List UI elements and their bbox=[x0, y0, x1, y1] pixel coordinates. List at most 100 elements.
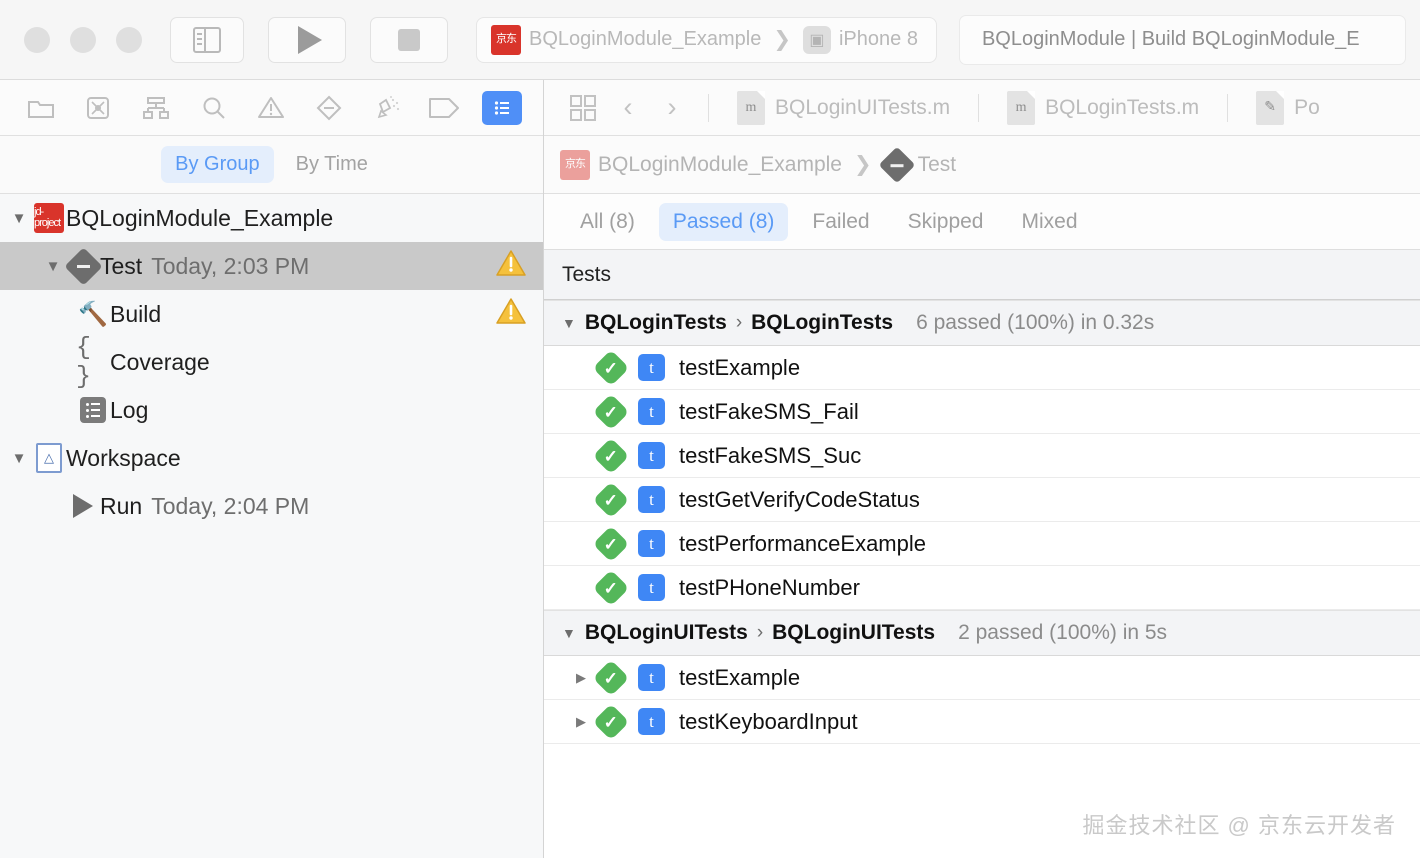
test-passed-icon: ✓ bbox=[593, 569, 630, 606]
symbol-navigator-tab[interactable] bbox=[136, 91, 176, 125]
find-navigator-tab[interactable] bbox=[194, 91, 234, 125]
tree-item-log[interactable]: Log bbox=[0, 386, 543, 434]
editor-tab-label: BQLoginTests.m bbox=[1045, 96, 1199, 120]
disclosure-triangle-icon[interactable]: ▼ bbox=[6, 210, 32, 227]
tree-item-coverage[interactable]: { } Coverage bbox=[0, 338, 543, 386]
test-passed-icon: ✓ bbox=[593, 703, 630, 740]
test-passed-icon: ✓ bbox=[593, 393, 630, 430]
warning-badge-icon[interactable] bbox=[495, 297, 527, 331]
minimize-button[interactable] bbox=[70, 27, 96, 53]
filter-by-group[interactable]: By Group bbox=[161, 146, 273, 183]
jump-bar-project[interactable]: BQLoginModule_Example bbox=[598, 153, 842, 177]
test-row[interactable]: ✓ t testFakeSMS_Fail bbox=[544, 390, 1420, 434]
sidebar-icon bbox=[193, 27, 221, 53]
filter-by-time[interactable]: By Time bbox=[282, 146, 382, 183]
test-row[interactable]: ✓ t testGetVerifyCodeStatus bbox=[544, 478, 1420, 522]
chevron-separator-icon: › bbox=[757, 622, 763, 644]
test-method-badge-icon: t bbox=[638, 708, 665, 735]
forward-button[interactable]: › bbox=[650, 92, 694, 123]
test-row[interactable]: ▶ ✓ t testKeyboardInput bbox=[544, 700, 1420, 744]
disclosure-triangle-icon[interactable]: ▼ bbox=[562, 315, 576, 331]
tree-item-run[interactable]: Run Today, 2:04 PM bbox=[0, 482, 543, 530]
test-diamond-icon bbox=[316, 95, 342, 121]
close-button[interactable] bbox=[24, 27, 50, 53]
disclosure-triangle-icon[interactable]: ▶ bbox=[564, 670, 598, 686]
zoom-button[interactable] bbox=[116, 27, 142, 53]
tree-item-label: Run bbox=[100, 493, 142, 520]
editor-pane: ‹ › m BQLoginUITests.m m BQLoginTests.m … bbox=[544, 80, 1420, 858]
chevron-right-icon: ❯ bbox=[854, 152, 872, 177]
main-split: By Group By Time ▼ jd-project BQLoginMod… bbox=[0, 80, 1420, 858]
editor-tab-bqloginuitests[interactable]: m BQLoginUITests.m bbox=[723, 91, 964, 125]
filter-all[interactable]: All (8) bbox=[566, 203, 649, 241]
chevron-right-icon: ❯ bbox=[773, 27, 791, 52]
editor-tab-label: BQLoginUITests.m bbox=[775, 96, 950, 120]
tree-item-timestamp: Today, 2:04 PM bbox=[151, 493, 309, 520]
test-bundle-name: BQLoginTests bbox=[585, 311, 727, 335]
disclosure-triangle-icon[interactable]: ▼ bbox=[562, 625, 576, 641]
tree-item-test[interactable]: ▼ Test Today, 2:03 PM bbox=[0, 242, 543, 290]
disclosure-triangle-icon[interactable]: ▼ bbox=[6, 450, 32, 467]
objc-file-icon: m bbox=[1007, 91, 1035, 125]
test-suite-name: BQLoginUITests bbox=[772, 621, 935, 645]
test-name: testKeyboardInput bbox=[679, 709, 858, 735]
play-icon bbox=[298, 26, 322, 54]
test-method-badge-icon: t bbox=[638, 664, 665, 691]
window-toolbar: 京东 BQLoginModule_Example ❯ ▣ iPhone 8 BQ… bbox=[0, 0, 1420, 80]
back-button[interactable]: ‹ bbox=[606, 92, 650, 123]
editor-tab-bqlogintests[interactable]: m BQLoginTests.m bbox=[993, 91, 1213, 125]
tree-item-timestamp: Today, 2:03 PM bbox=[151, 253, 309, 280]
editor-options-button[interactable] bbox=[560, 95, 606, 121]
test-group-header[interactable]: ▼ BQLoginUITests › BQLoginUITests 2 pass… bbox=[544, 610, 1420, 656]
test-row[interactable]: ✓ t testPerformanceExample bbox=[544, 522, 1420, 566]
debug-navigator-tab[interactable] bbox=[367, 91, 407, 125]
test-row[interactable]: ✓ t testExample bbox=[544, 346, 1420, 390]
scheme-destination-selector[interactable]: 京东 BQLoginModule_Example ❯ ▣ iPhone 8 bbox=[476, 17, 937, 63]
filter-failed[interactable]: Failed bbox=[798, 203, 883, 241]
divider bbox=[1227, 94, 1228, 122]
source-control-navigator-tab[interactable] bbox=[78, 91, 118, 125]
breakpoint-navigator-tab[interactable] bbox=[424, 91, 464, 125]
tree-item-label: BQLoginModule_Example bbox=[66, 205, 333, 232]
activity-status-bar: BQLoginModule | Build BQLoginModule_E bbox=[959, 15, 1406, 65]
destination-name: iPhone 8 bbox=[839, 28, 918, 51]
test-row[interactable]: ✓ t testFakeSMS_Suc bbox=[544, 434, 1420, 478]
test-name: testPHoneNumber bbox=[679, 575, 860, 601]
run-button[interactable] bbox=[268, 17, 346, 63]
stop-button[interactable] bbox=[370, 17, 448, 63]
test-group-header[interactable]: ▼ BQLoginTests › BQLoginTests 6 passed (… bbox=[544, 300, 1420, 346]
test-name: testGetVerifyCodeStatus bbox=[679, 487, 920, 513]
toggle-navigator-button[interactable] bbox=[170, 17, 244, 63]
braces-coverage-icon: { } bbox=[76, 333, 110, 391]
test-passed-icon: ✓ bbox=[593, 525, 630, 562]
editor-tab-po[interactable]: ✎ Po bbox=[1242, 91, 1334, 125]
test-group-stats: 6 passed (100%) in 0.32s bbox=[916, 311, 1154, 335]
stop-icon bbox=[398, 29, 420, 51]
disclosure-triangle-icon[interactable]: ▶ bbox=[564, 714, 598, 730]
test-name: testFakeSMS_Suc bbox=[679, 443, 861, 469]
jd-project-icon: 京东 bbox=[560, 150, 590, 180]
tests-column-header: Tests bbox=[544, 250, 1420, 300]
filter-passed[interactable]: Passed (8) bbox=[659, 203, 789, 241]
disclosure-triangle-icon[interactable]: ▼ bbox=[40, 258, 66, 275]
filter-skipped[interactable]: Skipped bbox=[894, 203, 998, 241]
tree-item-workspace[interactable]: ▼ △ Workspace bbox=[0, 434, 543, 482]
xcode-window: 京东 BQLoginModule_Example ❯ ▣ iPhone 8 BQ… bbox=[0, 0, 1420, 858]
issue-navigator-tab[interactable] bbox=[251, 91, 291, 125]
warning-badge-icon[interactable] bbox=[495, 249, 527, 283]
project-navigator-tab[interactable] bbox=[21, 91, 61, 125]
editor-tab-bar: ‹ › m BQLoginUITests.m m BQLoginTests.m … bbox=[544, 80, 1420, 136]
filter-mixed[interactable]: Mixed bbox=[1007, 203, 1091, 241]
test-navigator-tab[interactable] bbox=[309, 91, 349, 125]
jd-project-icon: jd-project bbox=[32, 203, 66, 233]
grid-squares-icon bbox=[570, 95, 596, 121]
jump-bar-item[interactable]: Test bbox=[918, 153, 957, 177]
tree-item-build[interactable]: 🔨 Build bbox=[0, 290, 543, 338]
test-row[interactable]: ▶ ✓ t testExample bbox=[544, 656, 1420, 700]
simulator-icon: ▣ bbox=[803, 26, 831, 54]
test-method-badge-icon: t bbox=[638, 530, 665, 557]
test-row[interactable]: ✓ t testPHoneNumber bbox=[544, 566, 1420, 610]
tree-item-project[interactable]: ▼ jd-project BQLoginModule_Example bbox=[0, 194, 543, 242]
run-triangle-icon bbox=[66, 494, 100, 518]
report-navigator-tab[interactable] bbox=[482, 91, 522, 125]
